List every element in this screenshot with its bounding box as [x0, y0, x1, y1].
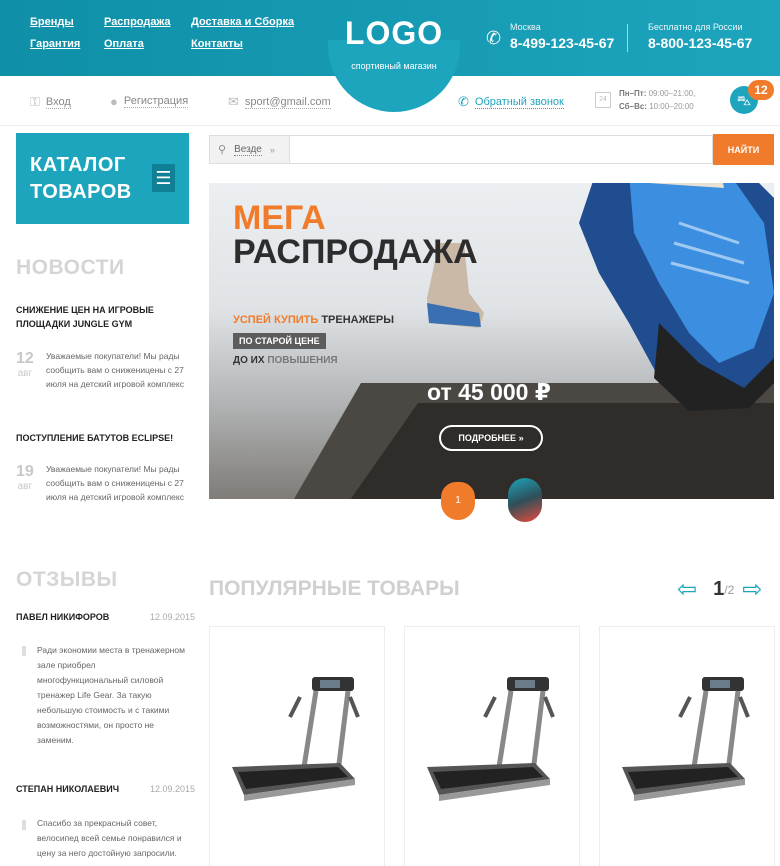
news-title[interactable]: ПОСТУПЛЕНИЕ БАТУТОВ ECLIPSE!: [16, 431, 191, 445]
product-card[interactable]: [404, 626, 580, 866]
news-month: авг: [17, 481, 33, 492]
user-icon: ●: [110, 94, 118, 109]
popular-heading: ПОПУЛЯРНЫЕ ТОВАРЫ: [209, 577, 460, 600]
review-author: СТЕПАН НИКОЛАЕВИЧ: [16, 784, 120, 794]
hours-weekdays: 09:00–21:00,: [648, 89, 696, 98]
treadmill-image: [427, 677, 555, 801]
slider-thumb[interactable]: [508, 478, 542, 522]
news-date: 12 авг: [16, 350, 34, 379]
key-icon: ⚿: [30, 94, 40, 109]
mail-icon: ✉: [228, 94, 239, 109]
review-date: 12.09.2015: [150, 784, 196, 794]
popular-pager: ⇦ 1 /2 ⇨: [677, 575, 762, 604]
callback-link[interactable]: ✆ Обратный звонок: [458, 94, 564, 110]
banner-line: ДО ИХ ПОВЫШЕНИЯ: [233, 355, 338, 366]
chevron-down-icon: »: [269, 144, 275, 155]
phone-number[interactable]: 8-800-123-45-67: [648, 35, 752, 51]
review-text: Ради экономии места в тренажерном зале п…: [37, 645, 185, 745]
cart-count-badge: 12: [748, 80, 774, 100]
quote-icon: [22, 646, 26, 656]
treadmill-image: [232, 677, 360, 801]
phone-city: Москва: [510, 22, 541, 32]
email-link[interactable]: ✉ sport@gmail.com: [228, 94, 331, 110]
login-link[interactable]: ⚿ Вход: [30, 94, 71, 110]
email-label: sport@gmail.com: [244, 95, 331, 109]
search-icon: ⚲: [218, 144, 227, 156]
catalog-title-line1: КАТАЛОГ: [30, 154, 126, 176]
search-button[interactable]: НАЙТИ: [713, 134, 774, 165]
review-date: 12.09.2015: [150, 612, 196, 622]
treadmill-image: [622, 677, 750, 801]
working-hours: Пн–Пт: 09:00–21:00, Сб–Вс: 10:00–20:00: [619, 87, 695, 113]
phone-moscow: Москва 8-499-123-45-67: [510, 22, 614, 51]
page-current: 1: [713, 578, 725, 600]
news-title[interactable]: СНИЖЕНИЕ ЦЕН НА ИГРОВЫЕ ПЛОЩАДКИ JUNGLE …: [16, 303, 191, 331]
banner-subtitle-rest: ТРЕНАЖЕРЫ: [321, 314, 394, 326]
chevron-right-icon: »: [518, 433, 524, 443]
banner-running-shoe: [579, 183, 774, 411]
hours-weekend-label: Сб–Вс:: [619, 102, 647, 111]
nav-sale[interactable]: Распродажа: [104, 16, 191, 28]
nav-delivery[interactable]: Доставка и Сборка: [191, 16, 301, 28]
news-month: авг: [17, 368, 33, 379]
banner-tag: ПО СТАРОЙ ЦЕНЕ: [233, 333, 326, 349]
news-day: 19: [16, 463, 34, 480]
nav-contacts[interactable]: Контакты: [191, 38, 301, 50]
search-scope-label: Везде: [234, 143, 262, 156]
news-day: 12: [16, 350, 34, 367]
register-link[interactable]: ● Регистрация: [110, 94, 189, 109]
news-date: 19 авг: [16, 463, 34, 492]
review-text: Спасибо за прекрасный совет, велосипед в…: [37, 818, 182, 858]
catalog-button[interactable]: КАТАЛОГ ТОВАРОВ ☰: [16, 133, 189, 224]
catalog-title: КАТАЛОГ ТОВАРОВ: [30, 152, 132, 206]
callback-label: Обратный звонок: [474, 95, 564, 109]
nav-payment[interactable]: Оплата: [104, 38, 191, 50]
page-total: /2: [724, 582, 735, 597]
quote-icon: [22, 820, 26, 830]
phone-city: Бесплатно для России: [648, 22, 743, 32]
phone-free: Бесплатно для России 8-800-123-45-67: [648, 22, 752, 51]
nav-brands[interactable]: Бренды: [30, 16, 104, 28]
banner-price: от 45 000 ₽: [427, 379, 551, 405]
promo-banner[interactable]: МЕГА РАСПРОДАЖА УСПЕЙ КУПИТЬ ТРЕНАЖЕРЫ П…: [209, 183, 774, 499]
search-bar: ⚲ Везде »: [209, 135, 713, 164]
banner-subtitle-accent: УСПЕЙ КУПИТЬ: [233, 314, 319, 326]
logo-text: LOGO: [344, 15, 444, 51]
review-author: ПАВЕЛ НИКИФОРОВ: [16, 612, 110, 622]
logo[interactable]: LOGO спортивный магазин: [320, 0, 468, 112]
login-label: Вход: [45, 95, 71, 109]
slider-dot-active[interactable]: 1: [441, 482, 475, 520]
search-scope-select[interactable]: ⚲ Везде »: [210, 136, 290, 163]
catalog-title-line2: ТОВАРОВ: [30, 181, 132, 203]
banner-line-b: ПОВЫШЕНИЯ: [267, 355, 338, 366]
hours-weekend: 10:00–20:00: [649, 102, 694, 111]
register-label: Регистрация: [123, 95, 189, 108]
news-heading: НОВОСТИ: [16, 256, 125, 279]
arrow-left-icon[interactable]: ⇦: [677, 575, 697, 604]
news-text: Уважаемые покупатели! Мы рады сообщить в…: [46, 351, 184, 389]
product-card[interactable]: [209, 626, 385, 866]
phone-number[interactable]: 8-499-123-45-67: [510, 35, 614, 51]
news-text: Уважаемые покупатели! Мы рады сообщить в…: [46, 464, 184, 502]
reviews-heading: ОТЗЫВЫ: [16, 568, 118, 591]
top-header: Бренды Распродажа Доставка и Сборка Гара…: [0, 0, 780, 112]
banner-title: РАСПРОДАЖА: [233, 233, 478, 271]
hours-weekdays-label: Пн–Пт:: [619, 89, 647, 98]
phone-divider: [627, 24, 628, 52]
banner-more-label: ПОДРОБНЕЕ: [458, 433, 517, 443]
top-nav: Бренды Распродажа Доставка и Сборка Гара…: [30, 16, 301, 50]
banner-line-a: ДО ИХ: [233, 355, 265, 366]
search-input[interactable]: [291, 136, 711, 163]
logo-subtitle: спортивный магазин: [351, 61, 437, 71]
nav-warranty[interactable]: Гарантия: [30, 38, 104, 50]
product-card[interactable]: [599, 626, 775, 866]
arrow-right-icon[interactable]: ⇨: [742, 575, 762, 604]
calendar-icon: 24: [595, 92, 611, 108]
phone-icon: ✆: [486, 28, 502, 48]
menu-icon[interactable]: ☰: [152, 164, 175, 192]
banner-more-button[interactable]: ПОДРОБНЕЕ »: [439, 425, 543, 451]
phone-icon: ✆: [458, 94, 469, 109]
banner-subtitle: УСПЕЙ КУПИТЬ ТРЕНАЖЕРЫ: [233, 314, 394, 326]
